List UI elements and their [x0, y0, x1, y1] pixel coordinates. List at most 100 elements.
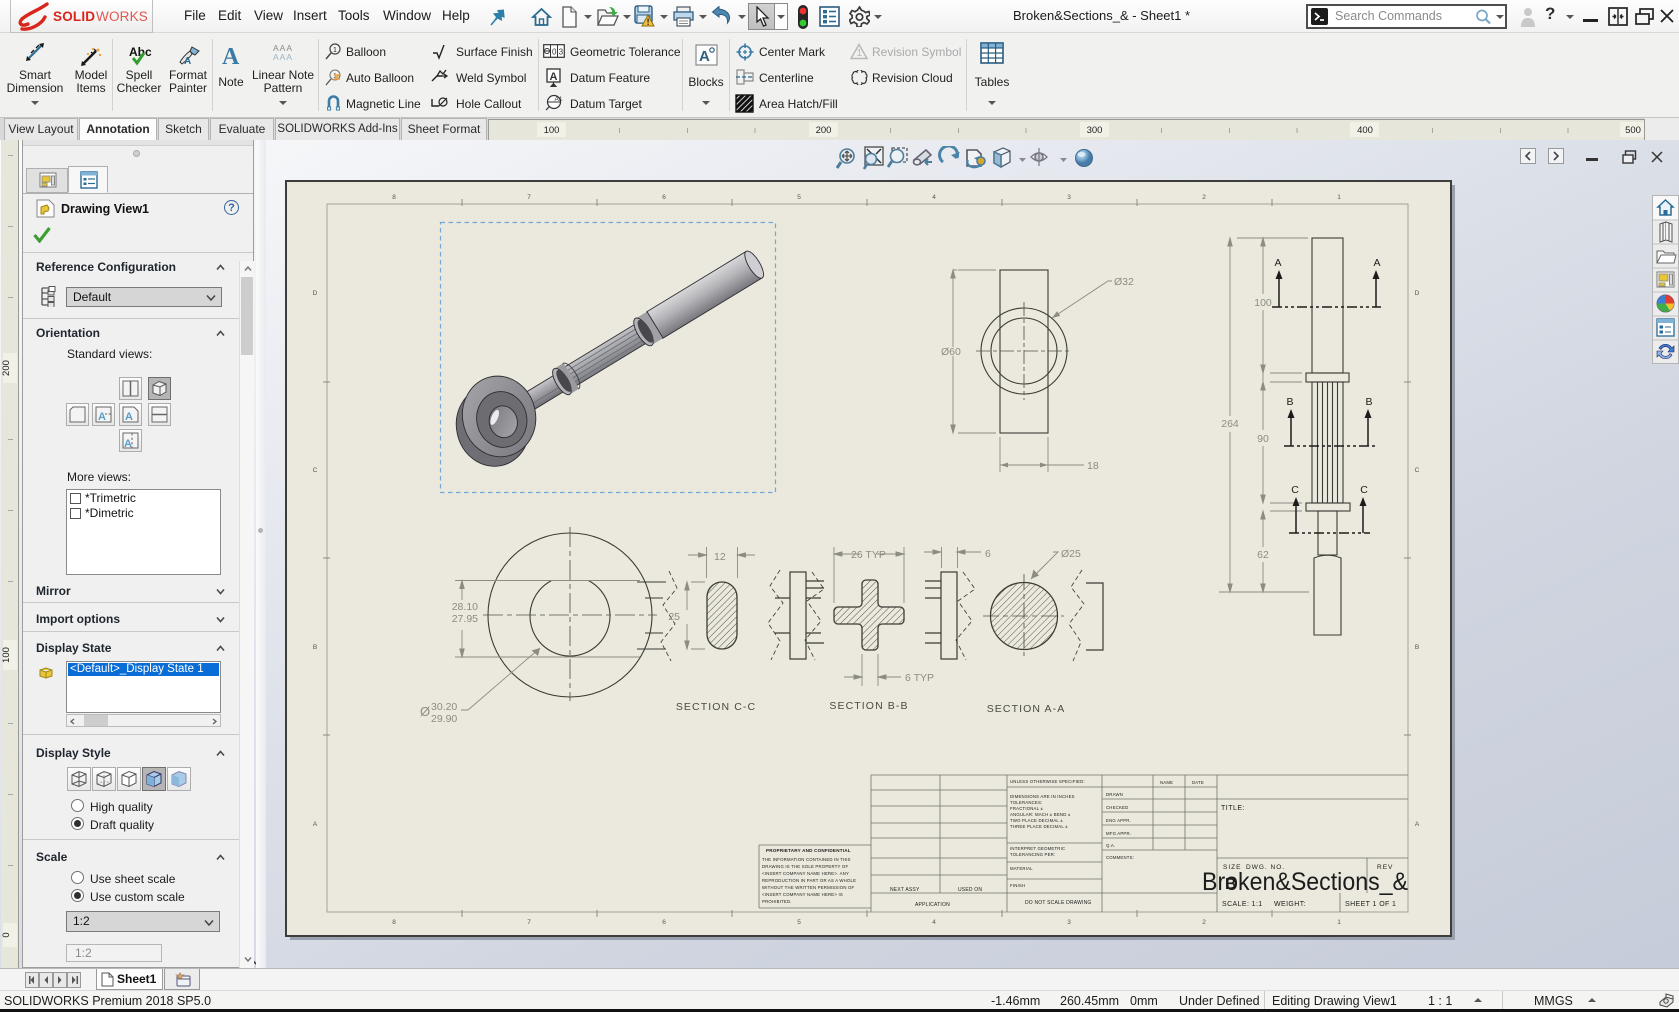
svg-text:300: 300 — [1087, 125, 1103, 136]
svg-text:3: 3 — [1067, 919, 1071, 926]
svg-text:C: C — [1360, 484, 1368, 496]
svg-text:100: 100 — [1254, 297, 1272, 309]
svg-text:100: 100 — [544, 125, 560, 136]
svg-text:26 TYP: 26 TYP — [851, 549, 886, 561]
svg-text:DRAWN: DRAWN — [1106, 792, 1123, 797]
svg-text:B: B — [1286, 396, 1293, 408]
svg-text:B: B — [313, 644, 317, 651]
svg-text:A: A — [98, 411, 106, 423]
svg-text:<INSERT COMPANY NAME HERE>. AN: <INSERT COMPANY NAME HERE>. ANY — [762, 871, 849, 876]
svg-text:62: 62 — [1257, 549, 1269, 561]
svg-text:25: 25 — [668, 611, 680, 623]
svg-text:C: C — [313, 467, 318, 474]
svg-text:TOLERANCING PER:: TOLERANCING PER: — [1010, 852, 1055, 857]
svg-text:C: C — [1415, 467, 1420, 474]
svg-text:100: 100 — [1, 647, 12, 663]
svg-text:SECTION A-A: SECTION A-A — [987, 703, 1066, 715]
svg-text:90: 90 — [1257, 433, 1269, 445]
svg-text:200: 200 — [1, 360, 12, 376]
svg-text:6: 6 — [662, 194, 666, 201]
svg-text:FRACTIONAL ±: FRACTIONAL ± — [1010, 806, 1043, 811]
svg-text:Q.A.: Q.A. — [1106, 843, 1115, 848]
svg-text:D: D — [1415, 290, 1420, 297]
svg-text:COMMENTS:: COMMENTS: — [1106, 855, 1134, 860]
svg-text:A: A — [1373, 257, 1380, 269]
svg-text:SCALE: 1:1: SCALE: 1:1 — [1222, 901, 1263, 908]
svg-text:29.90: 29.90 — [431, 713, 457, 725]
svg-text:REPRODUCTION IN PART OR AS A W: REPRODUCTION IN PART OR AS A WHOLE — [762, 878, 856, 883]
svg-text:DRAWING IS THE SOLE PROPERTY O: DRAWING IS THE SOLE PROPERTY OF — [762, 864, 848, 869]
svg-text:12: 12 — [714, 551, 726, 563]
svg-text:CHECKED: CHECKED — [1106, 805, 1128, 810]
svg-text:THE INFORMATION CONTAINED IN T: THE INFORMATION CONTAINED IN THIS — [762, 857, 851, 862]
svg-text:0: 0 — [1, 932, 12, 937]
svg-text:WITHOUT THE WRITTEN PERMISSION: WITHOUT THE WRITTEN PERMISSION OF — [762, 885, 855, 890]
svg-text:200: 200 — [816, 125, 832, 136]
svg-text:UNLESS OTHERWISE SPECIFIED:: UNLESS OTHERWISE SPECIFIED: — [1010, 779, 1085, 784]
svg-text:8: 8 — [392, 194, 396, 201]
svg-text:SECTION B-B: SECTION B-B — [829, 700, 908, 712]
svg-text:1: 1 — [1337, 919, 1341, 926]
svg-text:SOLID: SOLID — [53, 9, 95, 24]
svg-text:A: A — [550, 71, 558, 83]
svg-text:7: 7 — [527, 919, 531, 926]
svg-text:6: 6 — [985, 548, 991, 560]
svg-text:ANGULAR: MACH ± BEND ±: ANGULAR: MACH ± BEND ± — [1010, 812, 1071, 817]
svg-text:1: 1 — [1337, 194, 1341, 201]
svg-text:Broken&Sections_&: Broken&Sections_& — [1202, 868, 1408, 896]
svg-text:WEIGHT:: WEIGHT: — [1274, 901, 1306, 908]
svg-text:A: A — [222, 44, 240, 67]
svg-text:28.10: 28.10 — [452, 601, 478, 613]
svg-text:Ø25: Ø25 — [1061, 548, 1081, 560]
svg-text:DIMENSIONS ARE IN INCHES: DIMENSIONS ARE IN INCHES — [1010, 794, 1075, 799]
svg-text:3: 3 — [1067, 194, 1071, 201]
svg-text:30.20: 30.20 — [431, 701, 457, 713]
svg-text:NAME: NAME — [1160, 780, 1173, 785]
svg-text:TITLE:: TITLE: — [1221, 805, 1245, 812]
svg-text:5: 5 — [797, 919, 801, 926]
svg-text:A: A — [1415, 821, 1420, 828]
svg-text:A: A — [313, 821, 318, 828]
svg-text:D: D — [313, 290, 318, 297]
svg-text:A: A — [184, 56, 191, 66]
svg-text:PROPRIETARY AND CONFIDENTIAL: PROPRIETARY AND CONFIDENTIAL — [766, 848, 851, 853]
svg-text:4: 4 — [932, 919, 936, 926]
svg-text:<INSERT COMPANY NAME HERE> IS: <INSERT COMPANY NAME HERE> IS — [762, 892, 843, 897]
svg-text:1: 1 — [857, 48, 863, 59]
svg-text:SECTION C-C: SECTION C-C — [676, 701, 756, 713]
svg-text:A: A — [1274, 257, 1281, 269]
svg-text:A: A — [125, 411, 133, 423]
svg-text:AAA: AAA — [273, 52, 293, 61]
svg-text:264: 264 — [1221, 418, 1239, 430]
svg-text:8: 8 — [392, 919, 396, 926]
svg-text:SHEET 1 OF 1: SHEET 1 OF 1 — [1345, 901, 1396, 908]
svg-text:Ø60: Ø60 — [941, 346, 961, 358]
svg-text:5: 5 — [797, 194, 801, 201]
svg-text:ENG APPR.: ENG APPR. — [1106, 818, 1131, 823]
svg-text:TWO PLACE DECIMAL ±: TWO PLACE DECIMAL ± — [1010, 818, 1063, 823]
svg-text:Ø: Ø — [420, 704, 430, 719]
svg-text:C: C — [1291, 484, 1299, 496]
svg-text:4: 4 — [932, 194, 936, 201]
svg-text:400: 400 — [1357, 125, 1373, 136]
svg-text:B: B — [1415, 644, 1419, 651]
svg-text:DO NOT SCALE DRAWING: DO NOT SCALE DRAWING — [1025, 900, 1092, 906]
svg-text:6 TYP: 6 TYP — [905, 672, 934, 684]
svg-text:2: 2 — [1202, 194, 1206, 201]
svg-text:WORKS: WORKS — [96, 9, 148, 24]
svg-text:DATE: DATE — [1192, 780, 1204, 785]
svg-text:TOLERANCES:: TOLERANCES: — [1010, 800, 1042, 805]
svg-text:A1: A1 — [555, 96, 563, 103]
svg-text:USED ON: USED ON — [958, 887, 982, 893]
svg-text:PROHIBITED.: PROHIBITED. — [762, 899, 792, 904]
svg-text:A: A — [124, 438, 132, 450]
svg-text:500: 500 — [1625, 125, 1641, 136]
svg-text:INTERPRET GEOMETRIC: INTERPRET GEOMETRIC — [1010, 846, 1065, 851]
svg-text:MATERIAL: MATERIAL — [1010, 866, 1033, 871]
svg-text:FINISH: FINISH — [1010, 883, 1025, 888]
svg-text:2: 2 — [1202, 919, 1206, 926]
svg-text:Ø32: Ø32 — [1114, 276, 1134, 288]
svg-text:APPLICATION: APPLICATION — [915, 902, 950, 908]
svg-text:THREE PLACE DECIMAL ±: THREE PLACE DECIMAL ± — [1010, 824, 1068, 829]
svg-text:B: B — [1365, 396, 1372, 408]
